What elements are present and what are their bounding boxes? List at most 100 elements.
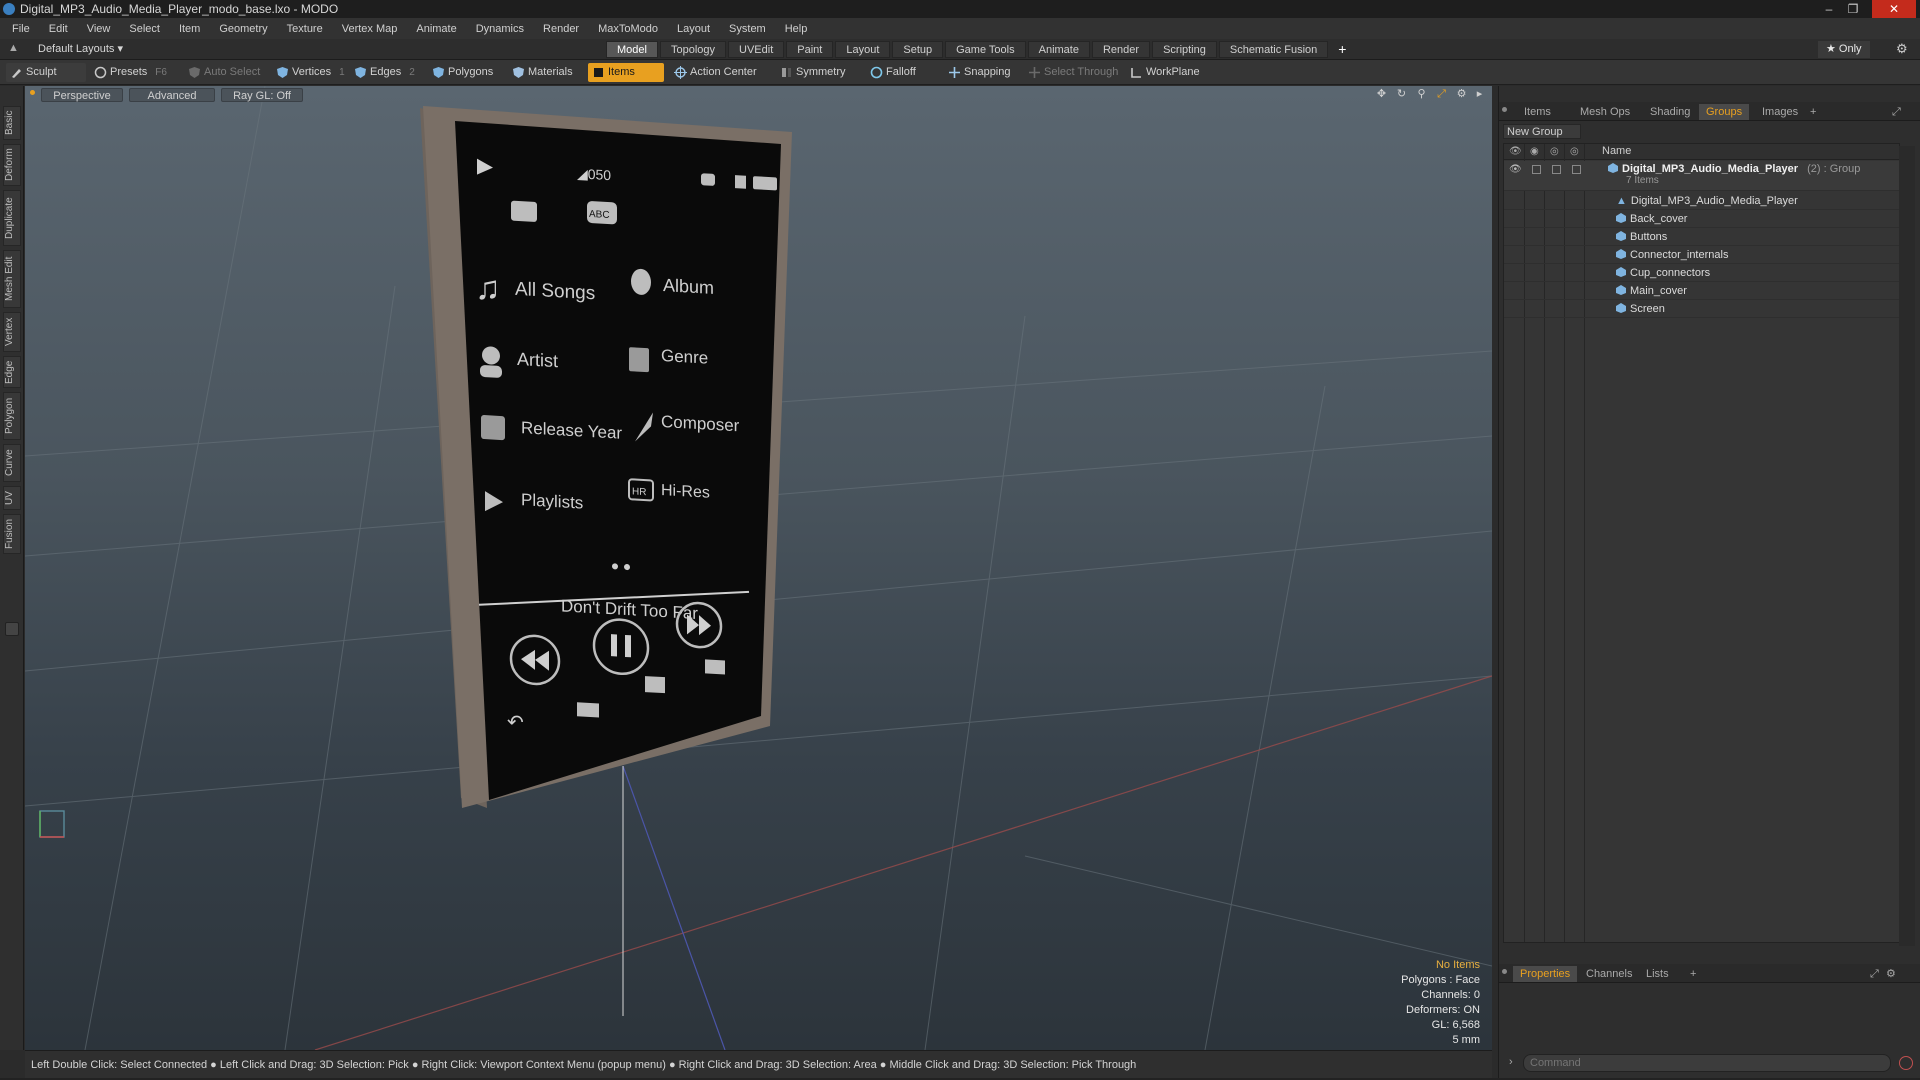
properties-gear-icon[interactable]: ⚙ xyxy=(1879,966,1903,982)
tab-deform[interactable]: Deform xyxy=(3,144,21,186)
tree-item[interactable]: Buttons xyxy=(1504,228,1899,246)
only-toggle[interactable]: ★ Only xyxy=(1818,41,1870,58)
tab-basic[interactable]: Basic xyxy=(3,106,21,140)
expand-icon[interactable]: ⤢ xyxy=(1885,104,1908,120)
presets-button[interactable]: Presets F6 xyxy=(90,63,176,82)
tab-layout[interactable]: Layout xyxy=(835,41,891,58)
tab-uv[interactable]: UV xyxy=(3,486,21,510)
tab-topology[interactable]: Topology xyxy=(659,41,727,58)
raygl-button[interactable]: Ray GL: Off xyxy=(221,88,303,102)
materials-button[interactable]: Materials xyxy=(508,63,579,82)
menu-system[interactable]: System xyxy=(729,23,766,35)
menu-render[interactable]: Render xyxy=(543,23,579,35)
new-group-button[interactable]: New Group xyxy=(1503,124,1581,139)
lock-toggle[interactable] xyxy=(1552,165,1561,174)
perspective-button[interactable]: Perspective xyxy=(41,88,123,102)
panel-menu-dot[interactable] xyxy=(1502,107,1507,112)
action-center-button[interactable]: Action Center xyxy=(670,63,763,82)
tree-scrollbar[interactable] xyxy=(1899,146,1915,946)
tab-edge[interactable]: Edge xyxy=(3,356,21,388)
add-tab-button[interactable]: + xyxy=(1338,41,1346,58)
tab-channels[interactable]: Channels xyxy=(1579,966,1639,982)
items-button[interactable]: Items xyxy=(588,63,664,82)
close-button[interactable]: ✕ xyxy=(1872,0,1916,18)
3d-viewport[interactable]: ◢050 ABC ♫ All Songs Album Artist Genre … xyxy=(25,86,1492,1050)
workplane-button[interactable]: WorkPlane xyxy=(1126,63,1206,82)
menu-view[interactable]: View xyxy=(87,23,111,35)
render-toggle[interactable] xyxy=(1532,165,1541,174)
tab-mesh-edit[interactable]: Mesh Edit xyxy=(3,250,21,308)
menu-help[interactable]: Help xyxy=(785,23,808,35)
tab-groups[interactable]: Groups xyxy=(1699,104,1750,120)
tree-item[interactable]: ▲ Digital_MP3_Audio_Media_Player xyxy=(1504,192,1899,210)
menu-edit[interactable]: Edit xyxy=(49,23,68,35)
select-through-button[interactable]: Select Through xyxy=(1024,63,1124,82)
tab-polygon[interactable]: Polygon xyxy=(3,392,21,440)
minimize-button[interactable]: – xyxy=(1818,0,1840,18)
tab-shading[interactable]: Shading xyxy=(1643,104,1697,120)
tab-scripting[interactable]: Scripting xyxy=(1152,41,1217,58)
polygons-button[interactable]: Polygons xyxy=(428,63,499,82)
menu-vertex-map[interactable]: Vertex Map xyxy=(342,23,398,35)
layout-menu-icon[interactable]: ▲ xyxy=(8,42,19,54)
menu-texture[interactable]: Texture xyxy=(287,23,323,35)
tab-curve[interactable]: Curve xyxy=(3,444,21,482)
tree-item[interactable]: Cup_connectors xyxy=(1504,264,1899,282)
command-input[interactable] xyxy=(1523,1054,1891,1072)
fit-view-icon[interactable]: ⤢ xyxy=(1435,88,1448,101)
restore-button[interactable]: ❐ xyxy=(1842,0,1864,18)
select-toggle[interactable] xyxy=(1572,165,1581,174)
zoom-view-icon[interactable]: ⚲ xyxy=(1415,88,1428,101)
tab-game-tools[interactable]: Game Tools xyxy=(945,41,1026,58)
tab-uvedit[interactable]: UVEdit xyxy=(728,41,785,58)
rotate-view-icon[interactable]: ↻ xyxy=(1395,88,1408,101)
gear-icon[interactable]: ⚙ xyxy=(1896,41,1908,57)
auto-select-button[interactable]: Auto Select xyxy=(184,63,266,82)
menu-geometry[interactable]: Geometry xyxy=(219,23,267,35)
viewport-menu-dot[interactable] xyxy=(30,90,35,95)
vertices-button[interactable]: Vertices 1 xyxy=(272,63,351,82)
tab-setup[interactable]: Setup xyxy=(892,41,944,58)
viewport-expand-icon[interactable]: ▸ xyxy=(1473,88,1486,101)
add-properties-tab-button[interactable]: + xyxy=(1683,966,1703,982)
tab-vertex[interactable]: Vertex xyxy=(3,312,21,352)
menu-file[interactable]: File xyxy=(12,23,30,35)
tree-item[interactable]: Screen xyxy=(1504,300,1899,318)
snapping-button[interactable]: Snapping xyxy=(944,63,1017,82)
menu-layout[interactable]: Layout xyxy=(677,23,710,35)
tab-lists[interactable]: Lists xyxy=(1639,966,1676,982)
menu-select[interactable]: Select xyxy=(129,23,160,35)
tab-schematic-fusion[interactable]: Schematic Fusion xyxy=(1218,41,1329,58)
symmetry-button[interactable]: Symmetry xyxy=(776,63,852,82)
menu-maxtomodo[interactable]: MaxToModo xyxy=(598,23,658,35)
layout-preset-dropdown[interactable]: Default Layouts ▾ xyxy=(38,42,123,55)
tab-images[interactable]: Images xyxy=(1755,104,1805,120)
tab-mesh-ops[interactable]: Mesh Ops xyxy=(1573,104,1637,120)
tab-model[interactable]: Model xyxy=(606,41,658,58)
tree-item[interactable]: Main_cover xyxy=(1504,282,1899,300)
panel-toggle-button[interactable] xyxy=(5,622,19,636)
move-view-icon[interactable]: ✥ xyxy=(1375,88,1388,101)
tab-paint[interactable]: Paint xyxy=(786,41,834,58)
sculpt-button[interactable]: Sculpt xyxy=(6,63,86,82)
tab-properties[interactable]: Properties xyxy=(1513,966,1578,982)
viewport-settings-icon[interactable]: ⚙ xyxy=(1455,88,1468,101)
menu-item[interactable]: Item xyxy=(179,23,200,35)
tab-fusion[interactable]: Fusion xyxy=(3,514,21,554)
add-panel-tab-button[interactable]: + xyxy=(1803,104,1823,120)
tab-items[interactable]: Items xyxy=(1517,104,1558,120)
group-row[interactable]: 👁 Digital_MP3_Audio_Media_Player (2) : G… xyxy=(1504,161,1899,191)
properties-menu-dot[interactable] xyxy=(1502,969,1507,974)
edges-button[interactable]: Edges 2 xyxy=(350,63,421,82)
tab-animate[interactable]: Animate xyxy=(1027,41,1090,58)
command-record-button[interactable] xyxy=(1899,1056,1913,1070)
tree-item[interactable]: Connector_internals xyxy=(1504,246,1899,264)
tab-render[interactable]: Render xyxy=(1091,41,1151,58)
menu-dynamics[interactable]: Dynamics xyxy=(476,23,524,35)
tree-item[interactable]: Back_cover xyxy=(1504,210,1899,228)
visibility-toggle-icon[interactable]: 👁 xyxy=(1509,161,1522,179)
advanced-button[interactable]: Advanced xyxy=(129,88,215,102)
tab-duplicate[interactable]: Duplicate xyxy=(3,190,21,246)
falloff-button[interactable]: Falloff xyxy=(866,63,922,82)
menu-animate[interactable]: Animate xyxy=(416,23,456,35)
